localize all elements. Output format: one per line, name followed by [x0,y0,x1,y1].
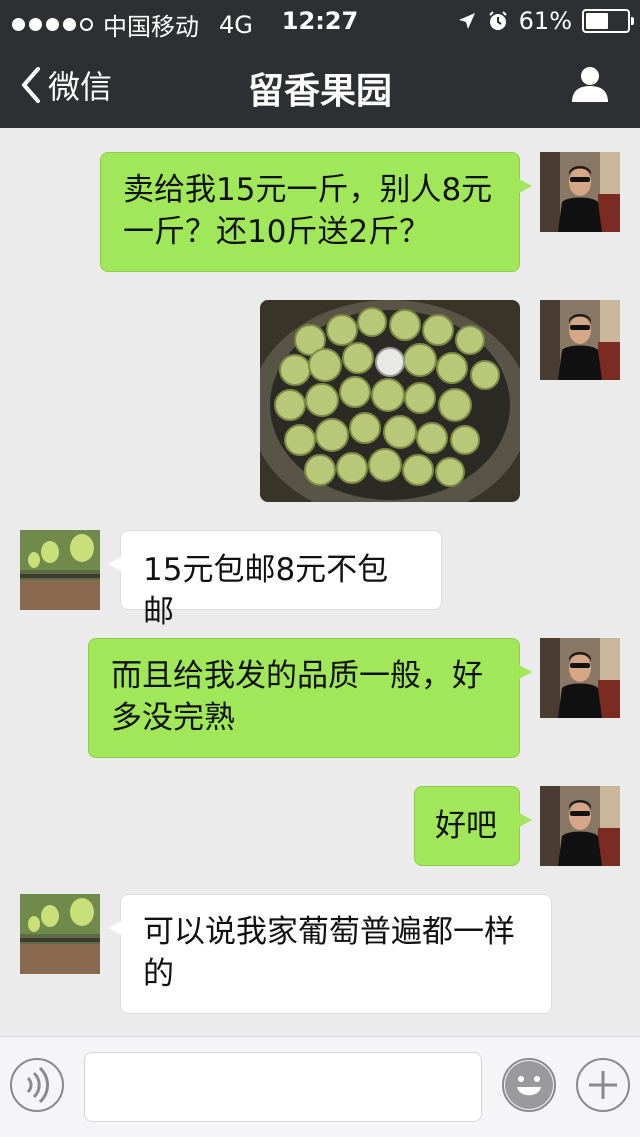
battery-icon [582,9,634,33]
status-right: 61% [457,7,634,35]
grapes-photo[interactable] [260,300,520,502]
message-line: 一斤？还10斤送2斤？ [123,214,431,250]
voice-icon [26,1066,49,1104]
voice-button[interactable] [10,1058,64,1112]
location-arrow-icon [458,13,475,29]
message-line: 多没完熟 [111,700,235,736]
avatar-me[interactable] [540,638,620,718]
status-bar: 中国移动 4G 12:27 61% [0,0,640,41]
avatar-contact[interactable] [20,894,100,974]
message-line: 而且给我发的品质一般，好 [111,658,483,694]
emoji-icon [505,1061,553,1109]
chat-area[interactable]: 卖给我15元一斤，别人8元 一斤？还10斤送2斤？ 15元包邮8元不包邮 而且给… [0,128,640,1036]
message-line: 的 [143,956,174,992]
message-bubble-outgoing[interactable]: 好吧 [414,786,532,866]
chevron-left-icon [22,67,40,103]
message-bubble-outgoing[interactable]: 而且给我发的品质一般，好 多没完熟 [88,638,532,758]
message-bubble-incoming[interactable]: 可以说我家葡萄普遍都一样 的 [108,894,552,1014]
avatar-me[interactable] [540,300,620,380]
avatar-me[interactable] [540,786,620,866]
battery-percent: 61% [518,7,572,35]
emoji-button[interactable] [502,1058,556,1112]
more-button[interactable] [576,1058,630,1112]
message-bubble-outgoing[interactable]: 卖给我15元一斤，别人8元 一斤？还10斤送2斤？ [100,152,532,272]
message-line: 卖给我15元一斤，别人8元 [123,172,493,208]
message-line: 好吧 [435,808,497,844]
message-line: 15元包邮8元不包邮 [143,552,389,630]
input-bar [0,1036,640,1137]
message-bubble-incoming[interactable]: 15元包邮8元不包邮 [108,530,442,630]
back-button[interactable]: 微信 [18,62,112,108]
plus-icon [589,1071,617,1099]
nav-bar: 微信 留香果园 [0,40,640,128]
alarm-icon [488,11,507,30]
back-label: 微信 [48,68,113,106]
contact-info-icon[interactable] [570,64,610,104]
message-line: 可以说我家葡萄普遍都一样 [143,914,515,950]
message-input[interactable] [84,1052,482,1122]
avatar-me[interactable] [540,152,620,232]
avatar-contact[interactable] [20,530,100,610]
